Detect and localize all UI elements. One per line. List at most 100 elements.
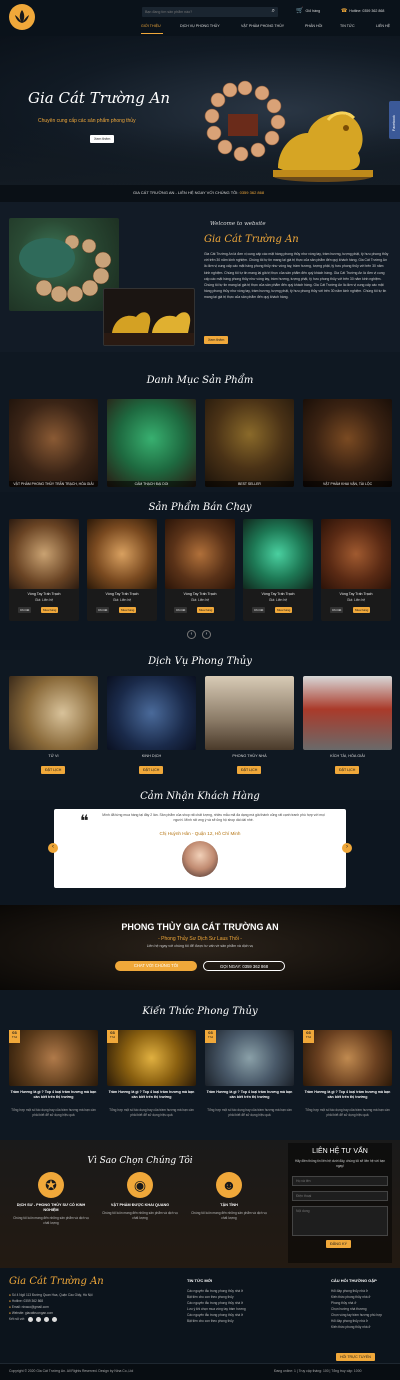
phone-icon: ●: [9, 1299, 11, 1303]
about-image-secondary: [103, 288, 195, 346]
product-price: Giá: Liên hệ: [112, 598, 132, 602]
knowledge-title: Kiến Thức Phong Thủy: [142, 1006, 258, 1017]
welcome-label: Welcome to website: [210, 221, 266, 227]
book-button[interactable]: ĐẶT LỊCH: [335, 766, 360, 774]
buy-button[interactable]: Mua hàng: [353, 607, 371, 613]
buy-button[interactable]: Mua hàng: [41, 607, 59, 613]
ask-online-button[interactable]: HỎI TRỰC TUYẾN: [336, 1353, 375, 1361]
product-card[interactable]: Vòng Tay Trấn Trạch Giá: Liên hệ Chi tiế…: [87, 519, 157, 621]
service-label: PHONG THỦY NHÀ: [232, 754, 267, 758]
product-name: Vòng Tay Trấn Trạch: [27, 592, 61, 596]
call-button[interactable]: GỌI NGAY: 0359 362 868: [203, 961, 285, 971]
contact-form-title: LIÊN HỆ TƯ VẤN: [312, 1148, 368, 1155]
gold-pixiu-pair-icon: [104, 312, 194, 345]
book-button[interactable]: ĐẶT LỊCH: [139, 766, 164, 774]
article-image: [107, 1030, 196, 1086]
product-image: [321, 519, 391, 589]
product-card[interactable]: Vòng Tay Trấn Trạch Giá: Liên hệ Chi tiế…: [243, 519, 313, 621]
search-icon[interactable]: ⌕: [272, 8, 275, 15]
hero-button[interactable]: Xem thêm: [90, 135, 115, 143]
book-button[interactable]: ĐẶT LỊCH: [237, 766, 262, 774]
service-label: TỬ VI: [48, 754, 59, 758]
article-card[interactable]: 03 Th4 Trầm Hương là gì ? Top 4 loại trầ…: [205, 1030, 294, 1130]
globe-icon: ●: [9, 1311, 11, 1315]
logo[interactable]: [9, 4, 35, 30]
categories-title: Danh Mục Sản Phẩm: [146, 375, 254, 386]
buy-button[interactable]: Mua hàng: [197, 607, 215, 613]
bestsellers-title: Sản Phẩm Bán Chạy: [148, 502, 252, 513]
facebook-icon[interactable]: [28, 1316, 34, 1322]
search-input[interactable]: [145, 8, 265, 16]
category-card[interactable]: VẬT PHẨM PHONG THỦY TRẤN TRẠCH, HÓA GIẢI: [9, 399, 98, 487]
carousel-next-button[interactable]: ›: [202, 630, 211, 639]
product-card[interactable]: Vòng Tay Trấn Trạch Giá: Liên hệ Chi tiế…: [321, 519, 391, 621]
message-field[interactable]: [292, 1206, 388, 1236]
detail-button[interactable]: Chi tiết: [252, 607, 266, 613]
service-image[interactable]: [107, 676, 196, 750]
nav-products[interactable]: VẬT PHẨM PHONG THỦY: [241, 24, 284, 28]
article-card[interactable]: 03 Th4 Trầm Hương là gì ? Top 4 loại trầ…: [303, 1030, 392, 1130]
detail-button[interactable]: Chi tiết: [96, 607, 110, 613]
chat-button[interactable]: CHAT VỚI CHÚNG TÔI: [115, 961, 197, 971]
hero-title: Gia Cát Trường An: [28, 89, 171, 107]
why-title: Vì Sao Chọn Chúng Tôi: [87, 1156, 193, 1166]
hotline: ☎ Hotline: 0359 362 868: [341, 8, 385, 14]
buy-button[interactable]: Mua hàng: [275, 607, 293, 613]
product-card[interactable]: Vòng Tay Trấn Trạch Giá: Liên hệ Chi tiế…: [165, 519, 235, 621]
services-title: Dịch Vụ Phong Thủy: [148, 656, 252, 667]
twitter-icon[interactable]: [36, 1316, 42, 1322]
product-name: Vòng Tay Trấn Trạch: [339, 592, 373, 596]
nav-contact[interactable]: LIÊN HỆ: [376, 24, 390, 28]
detail-button[interactable]: Chi tiết: [174, 607, 188, 613]
testimonial-next-button[interactable]: ›: [342, 843, 352, 853]
article-image: [205, 1030, 294, 1086]
category-card[interactable]: BEST SELLER: [205, 399, 294, 487]
about-button[interactable]: Xem thêm: [204, 336, 229, 344]
footer-contact: ● Số 4 Ngõ 113 Đường Quan Hoa, Quận Cầu …: [9, 1293, 93, 1322]
faq-list: Hỏi đáp phong thủy nhà ở Kiến thức phong…: [331, 1288, 399, 1330]
buy-button[interactable]: Mua hàng: [119, 607, 137, 613]
nav-intro[interactable]: GIỚI THIỆU: [141, 24, 161, 28]
phone-field[interactable]: [292, 1191, 388, 1201]
facebook-tab[interactable]: Facebook: [389, 101, 400, 139]
service-image[interactable]: [9, 676, 98, 750]
youtube-icon[interactable]: [44, 1316, 50, 1322]
article-card[interactable]: 03 Th4 Trầm Hương là gì ? Top 4 loại trầ…: [107, 1030, 196, 1130]
service-image[interactable]: [205, 676, 294, 750]
category-label: VẬT PHẨM PHONG THỦY TRẤN TRẠCH, HÓA GIẢI: [9, 481, 98, 487]
category-label: VẬT PHẨM KHAI VẬN, TÀI LỘC: [303, 481, 392, 487]
detail-button[interactable]: Chi tiết: [18, 607, 32, 613]
book-button[interactable]: ĐẶT LỊCH: [41, 766, 66, 774]
name-field[interactable]: [292, 1176, 388, 1186]
register-button[interactable]: ĐĂNG KÝ: [326, 1240, 352, 1248]
ticker-text: GIA CÁT TRƯỜNG AN - LIÊN HỆ NGAY VỚI CHÚ…: [133, 190, 239, 195]
nav-feedback[interactable]: PHẢN HỒI: [305, 24, 322, 28]
news-link[interactable]: Bật tiền cho con theo phong thủy: [187, 1318, 317, 1324]
faq-link[interactable]: Kiến thức phong thủy nhà ở: [331, 1324, 399, 1330]
cart[interactable]: 🛒 Giỏ hàng: [296, 7, 320, 14]
google-icon[interactable]: [52, 1316, 58, 1322]
news-list: Các nguyên tắc trong phong thủy nhà ở Bậ…: [187, 1288, 317, 1324]
hero-banner: Gia Cát Trường An Chuyên cung cấp các sả…: [0, 36, 400, 185]
article-image: [303, 1030, 392, 1086]
people-icon: ☻: [216, 1172, 242, 1198]
article-card[interactable]: 03 Th4 Trầm Hương là gì ? Top 4 loại trầ…: [9, 1030, 98, 1130]
testimonial-prev-button[interactable]: ‹: [48, 843, 58, 853]
nav-services[interactable]: DỊCH VỤ PHONG THỦY: [180, 24, 220, 28]
nav-news[interactable]: TIN TỨC: [340, 24, 355, 28]
copyright: Copyright © 2020 Gia Cát Trường An. All …: [9, 1369, 134, 1373]
product-card[interactable]: Vòng Tay Trấn Trạch Giá: Liên hệ Chi tiế…: [9, 519, 79, 621]
category-card[interactable]: VẬT PHẨM KHAI VẬN, TÀI LỘC: [303, 399, 392, 487]
carousel-prev-button[interactable]: ‹: [187, 630, 196, 639]
service-image[interactable]: [303, 676, 392, 750]
product-image: [87, 519, 157, 589]
category-card[interactable]: CẨM THẠCH ĐẠI DOI: [107, 399, 196, 487]
phone-icon: ☎: [341, 8, 348, 14]
article-image: [9, 1030, 98, 1086]
detail-button[interactable]: Chi tiết: [330, 607, 344, 613]
ticker-phone[interactable]: 0359 362 868: [240, 190, 264, 195]
search-box[interactable]: ⌕: [142, 7, 278, 17]
mail-icon: ●: [9, 1305, 11, 1309]
product-price: Giá: Liên hệ: [34, 598, 54, 602]
news-title: TIN TỨC MỚI: [187, 1278, 213, 1283]
